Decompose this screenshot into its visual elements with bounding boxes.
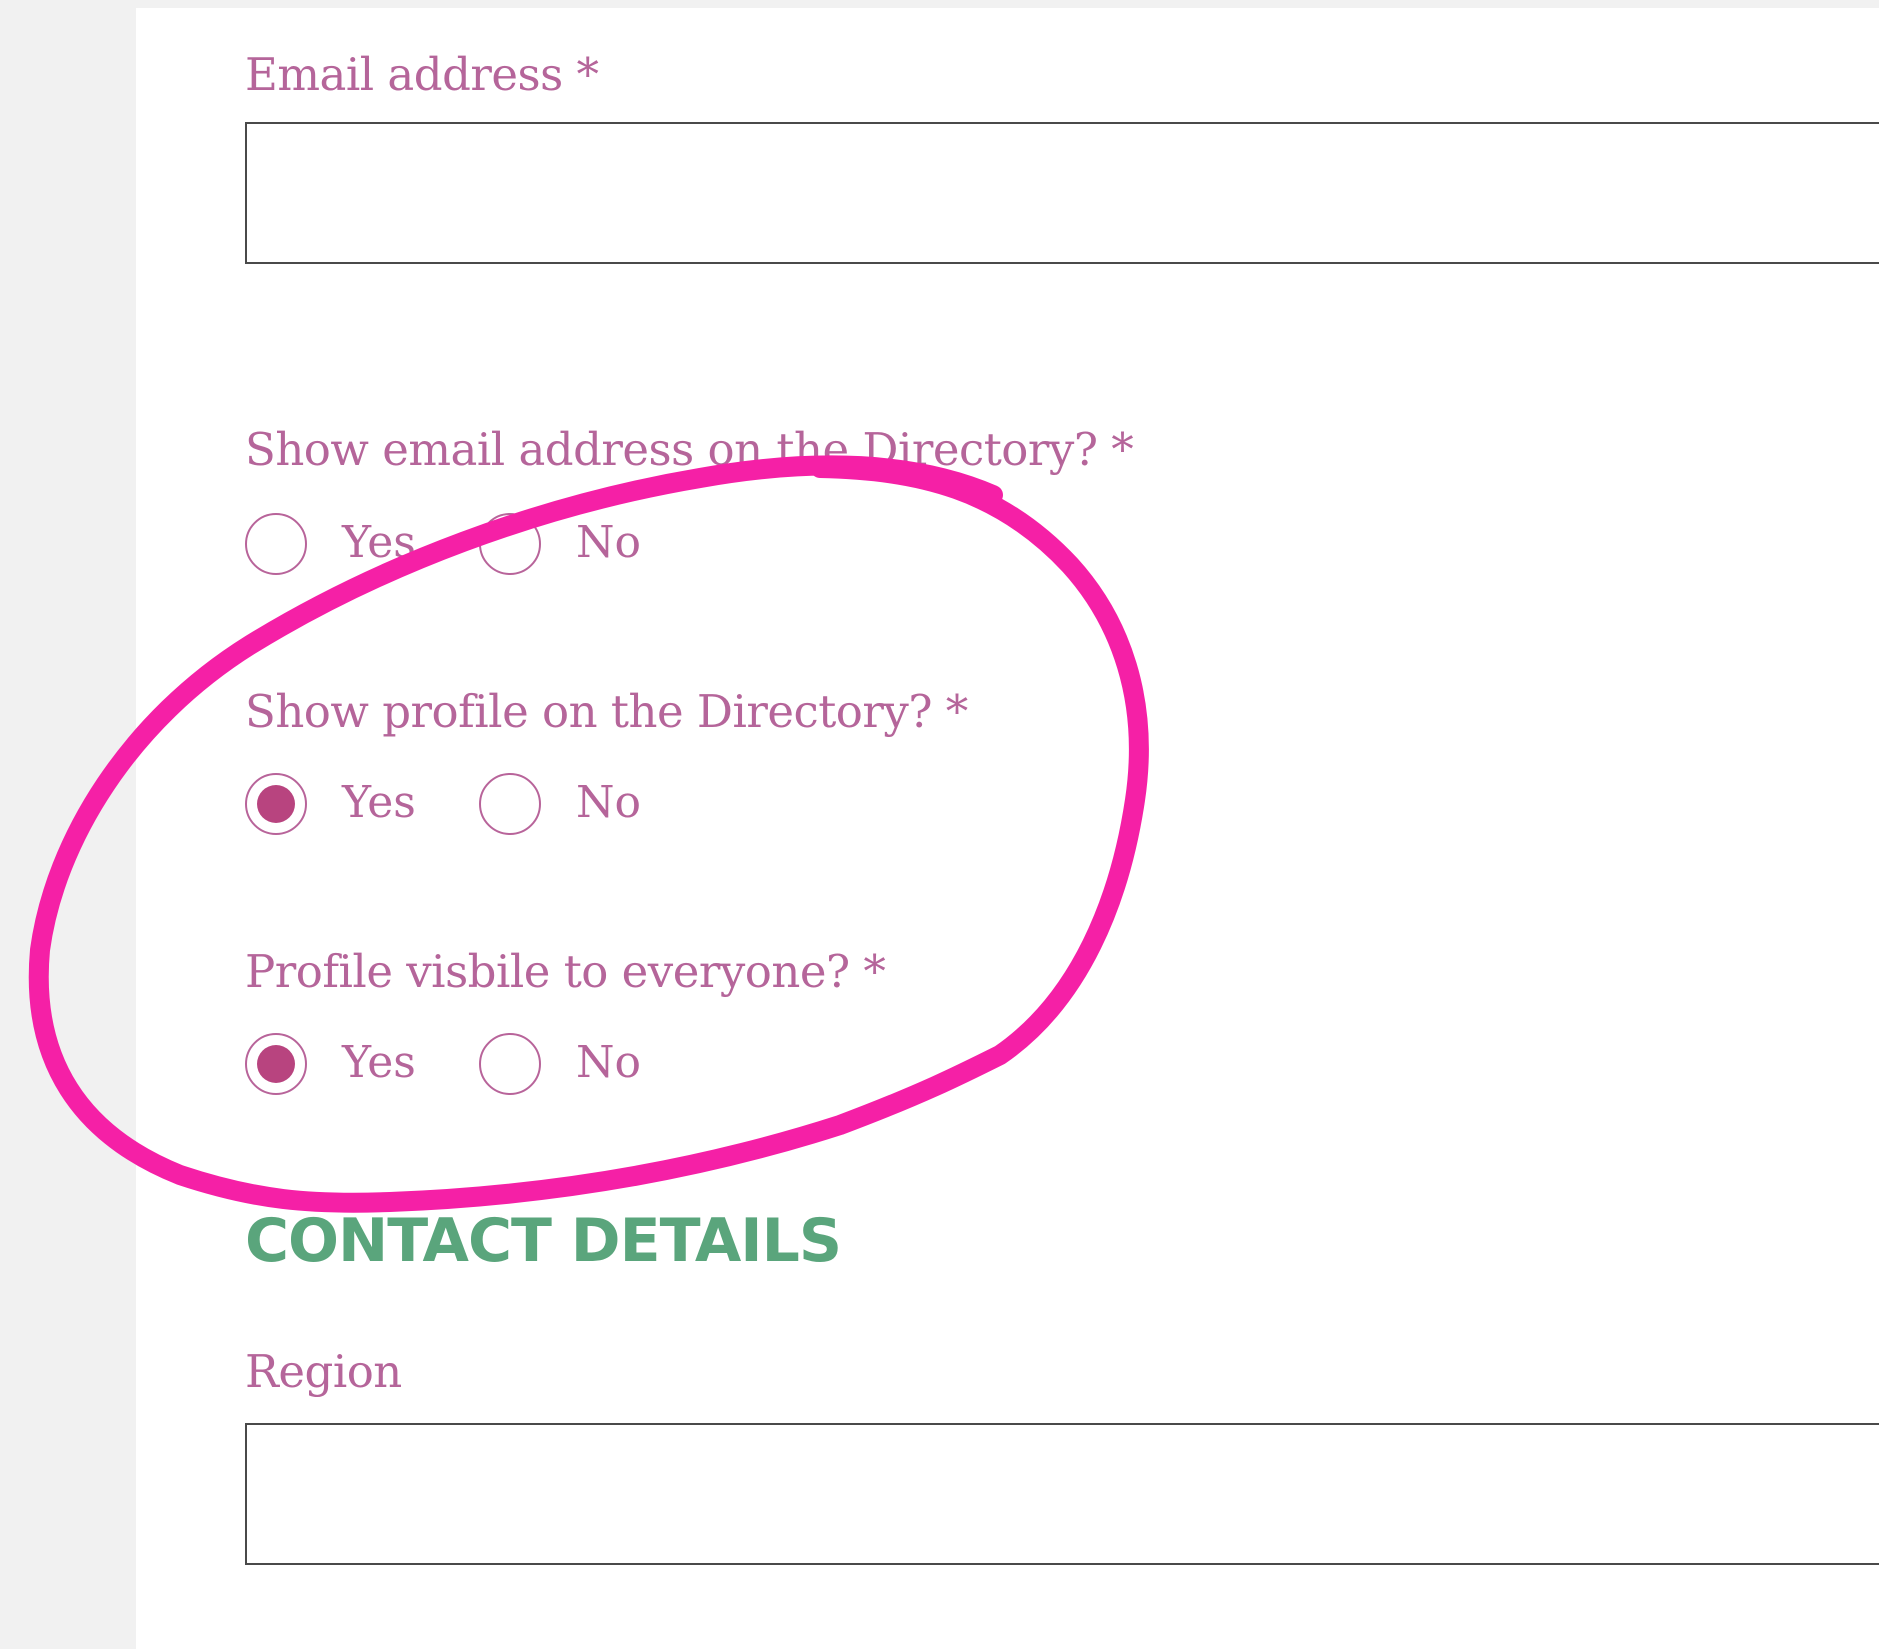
- show-email-yes-radio[interactable]: [245, 513, 307, 575]
- contact-details-heading: CONTACT DETAILS: [245, 1206, 842, 1276]
- show-profile-yes-label[interactable]: Yes: [342, 773, 416, 833]
- show-profile-yes-radio[interactable]: [245, 773, 307, 835]
- show-email-no-radio[interactable]: [479, 513, 541, 575]
- profile-visible-label: Profile visbile to everyone? *: [245, 945, 886, 998]
- region-input[interactable]: [245, 1423, 1879, 1565]
- show-profile-label: Show profile on the Directory? *: [245, 685, 968, 738]
- show-profile-no-label[interactable]: No: [576, 773, 641, 833]
- show-email-no-label[interactable]: No: [576, 513, 641, 573]
- profile-visible-yes-radio[interactable]: [245, 1033, 307, 1095]
- show-profile-no-radio[interactable]: [479, 773, 541, 835]
- email-label: Email address *: [245, 48, 599, 101]
- show-email-yes-label[interactable]: Yes: [342, 513, 416, 573]
- region-label: Region: [245, 1345, 402, 1398]
- profile-visible-no-label[interactable]: No: [576, 1033, 641, 1093]
- profile-visible-yes-label[interactable]: Yes: [342, 1033, 416, 1093]
- email-input[interactable]: [245, 122, 1879, 264]
- show-email-label: Show email address on the Directory? *: [245, 423, 1134, 476]
- profile-visible-no-radio[interactable]: [479, 1033, 541, 1095]
